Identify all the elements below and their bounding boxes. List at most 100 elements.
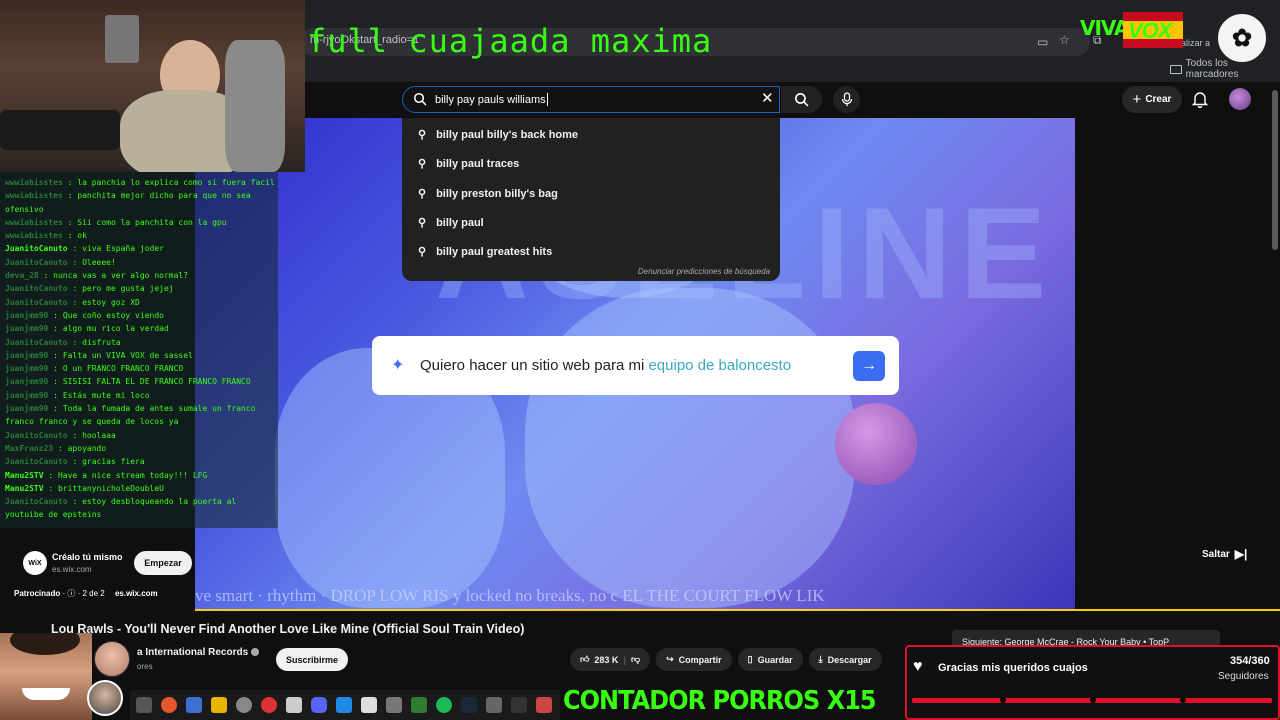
suggestion-item[interactable]: ⚲ billy preston billy's bag <box>418 187 558 201</box>
channel-name[interactable]: a International Records <box>137 647 260 658</box>
suggestion-text: billy preston billy's bag <box>436 187 558 200</box>
chrome-icon[interactable] <box>261 697 277 713</box>
skip-next-icon: ▶| <box>1234 547 1248 561</box>
search-icon: ⚲ <box>418 158 427 170</box>
search-icon: ⚲ <box>418 129 427 141</box>
steam-icon[interactable] <box>461 697 477 713</box>
v-app-icon[interactable] <box>186 697 202 713</box>
spotify-icon[interactable] <box>436 697 452 713</box>
folder-app-icon[interactable] <box>211 697 227 713</box>
suggestion-item[interactable]: ⚲ billy paul traces <box>418 157 519 171</box>
ad-progress-bar[interactable] <box>195 609 1280 611</box>
start-button[interactable]: Empezar <box>134 551 192 575</box>
all-bookmarks[interactable]: Todos los marcadores <box>1170 58 1280 80</box>
vscode-icon[interactable] <box>336 697 352 713</box>
like-count[interactable]: 283 K <box>594 655 618 665</box>
brave-icon[interactable] <box>161 697 177 713</box>
terminal-icon[interactable] <box>511 697 527 713</box>
heart-icon: ♥ <box>913 658 923 675</box>
streamer-webcam <box>0 0 305 172</box>
overlay-vox-text: VOX <box>1128 18 1172 43</box>
search-input[interactable]: billy pay pauls williams <box>402 86 780 113</box>
chat-separator: : <box>67 297 83 307</box>
subscribe-button[interactable]: Suscribirme <box>276 648 348 671</box>
download-button[interactable]: ⤓ Descargar <box>808 648 882 671</box>
info-dot-icon: · ⓘ · <box>62 589 83 598</box>
suggestion-item[interactable]: ⚲ billy paul <box>418 216 484 230</box>
report-predictions-link[interactable]: Denunciar predicciones de búsqueda <box>638 267 770 276</box>
star-bookmark-icon[interactable]: ☆ <box>1059 33 1070 47</box>
sparkle-icon: ✦ <box>391 357 405 374</box>
stream-overlay-title: full cuajaada maxima <box>307 22 713 60</box>
app-icon[interactable] <box>136 697 152 713</box>
clear-search-icon[interactable]: ✕ <box>761 91 774 106</box>
notifications-bell-icon[interactable] <box>1192 90 1208 108</box>
chat-message: juanjmm90 : Que coño estoy viendo <box>0 309 278 322</box>
plus-icon: + <box>1132 91 1142 108</box>
app-icon[interactable] <box>411 697 427 713</box>
chat-messages: wwwiabisstes : la panchia lo explica com… <box>0 176 278 522</box>
chat-text: Sii como la panchita con la gpu <box>77 217 227 227</box>
search-button[interactable] <box>781 86 822 113</box>
wall-poster <box>105 15 139 63</box>
follower-count: 354/360 <box>1230 655 1270 667</box>
settings-icon[interactable] <box>236 697 252 713</box>
facecam <box>0 633 92 720</box>
viewer-avatar <box>87 680 123 716</box>
epic-icon[interactable] <box>361 697 377 713</box>
chat-text: Have a nice stream today!!! LFG <box>57 470 208 480</box>
chat-separator: : <box>67 497 83 507</box>
wix-submit-arrow-button[interactable]: → <box>853 351 885 381</box>
share-label: Compartir <box>678 654 722 665</box>
chat-username: JuanitoCanuto <box>5 337 68 347</box>
ad-title: Créalo tú mismo <box>52 552 123 562</box>
microphone-icon <box>841 92 852 106</box>
chat-text: algo mu rico la verdad <box>62 324 169 334</box>
chat-username: Manu2STV <box>5 470 44 480</box>
voice-search-button[interactable] <box>833 86 860 113</box>
chat-message: JuanitoCanuto : gracias fiera <box>0 455 278 468</box>
chat-username: juanjmm90 <box>5 377 49 387</box>
create-button[interactable]: + Crear <box>1122 86 1182 113</box>
video-actions: 👍︎ 283 K | 👎︎ ↪ Compartir ▯ Guardar ⤓ Desca… <box>570 648 882 671</box>
channel-avatar[interactable] <box>94 641 130 677</box>
chat-text: viva España joder <box>82 244 164 254</box>
app-icon[interactable] <box>386 697 402 713</box>
chat-text: Que coño estoy viendo <box>62 310 164 320</box>
page-scrollbar[interactable] <box>1272 90 1278 250</box>
save-button[interactable]: ▯ Guardar <box>737 648 803 671</box>
chat-message: juanjmm90 : Falta un VIVA VOX de sassel <box>0 349 278 362</box>
chat-username: juanjmm90 <box>5 310 49 320</box>
chat-text: SISISI FALTA EL DE FRANCO FRANCO FRANCO <box>62 377 251 387</box>
sponsored-info: Patrocinado · ⓘ · 2 de 2 es.wix.com <box>14 588 158 599</box>
app-icon[interactable] <box>486 697 502 713</box>
bookmark-icon: ▯ <box>747 654 753 664</box>
thumbs-down-icon[interactable]: 👎︎ <box>631 654 640 665</box>
chat-message: Manu2STV : Have a nice stream today!!! L… <box>0 469 278 482</box>
chat-username: wwwiabisstes <box>5 217 63 227</box>
skip-ad-button[interactable]: Saltar ▶| <box>1202 547 1247 561</box>
share-button[interactable]: ↪ Compartir <box>656 648 732 671</box>
suggestion-item[interactable]: ⚲ billy paul greatest hits <box>418 245 552 259</box>
overlay-viva-text: VIVA <box>1080 16 1130 40</box>
chat-username: juanjmm90 <box>5 404 49 414</box>
porros-counter: CONTADOR PORROS X15 <box>563 686 877 716</box>
sponsored-url[interactable]: es.wix.com <box>115 589 158 598</box>
discord-icon[interactable] <box>311 697 327 713</box>
search-icon: ⚲ <box>418 217 427 229</box>
wix-prompt-highlight: equipo de baloncesto <box>648 357 792 374</box>
follower-goal-message: Gracias mis queridos cuajos <box>938 662 1088 674</box>
app-icon[interactable] <box>536 697 552 713</box>
chat-separator: : <box>62 178 78 187</box>
chat-username: juanjmm90 <box>5 350 49 360</box>
search-icon: ⚲ <box>418 246 427 258</box>
suggestion-item[interactable]: ⚲ billy paul billy's back home <box>418 128 578 142</box>
thumbs-up-icon[interactable]: 👍︎ <box>580 654 589 665</box>
search-icon: ⚲ <box>418 188 427 200</box>
chat-message: juanjmm90 : SISISI FALTA EL DE FRANCO FR… <box>0 375 278 388</box>
account-avatar[interactable] <box>1229 88 1251 110</box>
shield-icon[interactable] <box>286 697 302 713</box>
cast-icon[interactable]: ▭ <box>1037 35 1048 49</box>
chat-username: wwwiabisstes <box>5 178 63 187</box>
sponsored-count: 2 de 2 <box>82 589 105 598</box>
